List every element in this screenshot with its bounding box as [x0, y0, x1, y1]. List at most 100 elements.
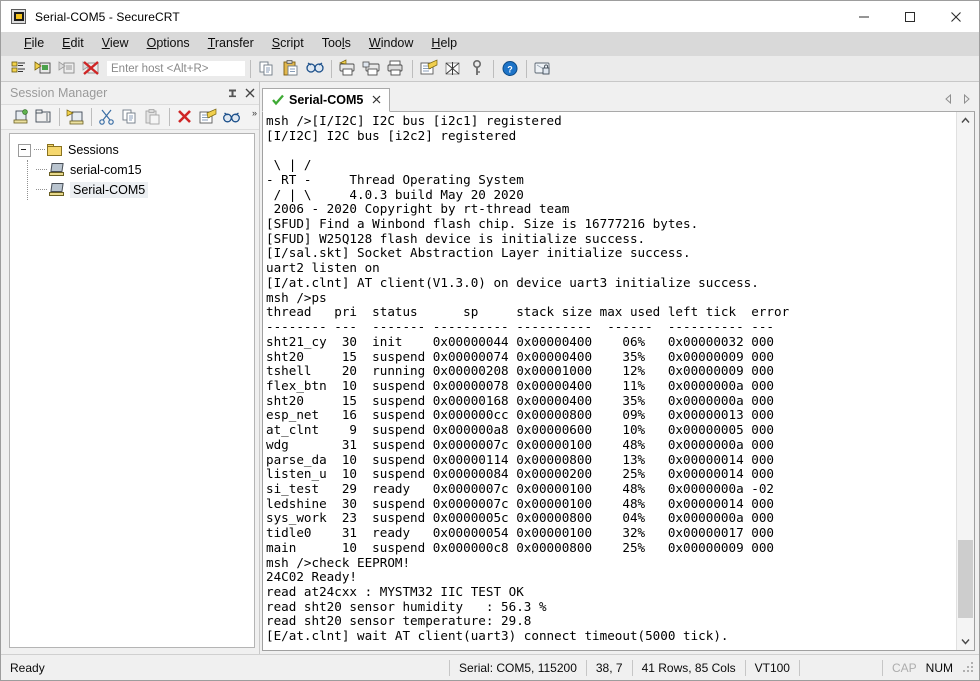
expander-icon[interactable] — [18, 143, 31, 157]
session-icon — [49, 163, 65, 177]
terminal-line: [SFUD] W25Q128 flash device is initializ… — [266, 230, 646, 246]
status-blank — [800, 660, 882, 676]
copy-icon[interactable] — [256, 58, 278, 79]
lock-screen-icon[interactable] — [532, 58, 554, 79]
menu-script[interactable]: Script — [263, 34, 313, 53]
find-icon[interactable] — [221, 107, 242, 127]
menu-bar: File Edit View Options Transfer Script T… — [1, 32, 979, 56]
connect-session-icon[interactable] — [65, 107, 86, 127]
menu-transfer[interactable]: Transfer — [199, 34, 263, 53]
menu-edit-rest: dit — [70, 36, 84, 50]
toolbar-separator — [493, 59, 494, 78]
menu-window-rest: indow — [380, 36, 414, 50]
menu-edit[interactable]: Edit — [53, 34, 93, 53]
terminal-line: -------- --- ------- ---------- --------… — [266, 319, 774, 335]
tree-node-label: Sessions — [68, 143, 119, 157]
menu-file[interactable]: File — [15, 34, 53, 53]
toggle-chat-window-icon[interactable] — [442, 58, 464, 79]
menu-view-rest: iew — [109, 36, 129, 50]
tab-navigation — [944, 93, 971, 107]
window-controls — [841, 1, 979, 32]
log-session-icon[interactable] — [361, 58, 383, 79]
cut-icon[interactable] — [97, 107, 118, 127]
tree-connector — [36, 169, 47, 171]
menu-tools-a: Too — [321, 36, 342, 50]
paste-icon — [143, 107, 164, 127]
terminal-output[interactable]: msh />[I/I2C] I2C bus [i2c1] registered [… — [263, 112, 956, 650]
menu-help[interactable]: Help — [422, 34, 466, 53]
tree-item-serial-com5[interactable]: Serial-COM5 — [10, 180, 254, 200]
key-icon[interactable] — [466, 58, 488, 79]
session-options-icon[interactable] — [418, 58, 440, 79]
close-icon[interactable] — [372, 93, 381, 107]
terminal-line: [E/at.clnt] wait AT client(uart3) connec… — [266, 628, 729, 644]
session-icon — [49, 183, 65, 197]
terminal-line: msh />[I/I2C] I2C bus [i2c1] registered — [266, 113, 562, 128]
menu-window[interactable]: Window — [360, 34, 422, 53]
terminal-scrollbar[interactable] — [956, 112, 974, 650]
scroll-up-button[interactable] — [957, 112, 974, 129]
new-session-icon[interactable] — [10, 107, 31, 127]
tree-item-serial-com15[interactable]: serial-com15 — [10, 160, 254, 180]
status-emulation: VT100 — [754, 660, 790, 675]
host-input[interactable]: Enter host <Alt+R> — [106, 60, 246, 77]
terminal-side: Serial-COM5 msh />[I/I2C] I2C bus [i2c1]… — [260, 82, 979, 654]
tree-node-sessions[interactable]: Sessions — [10, 140, 254, 160]
connect-local-shell-icon[interactable] — [56, 58, 78, 79]
close-icon[interactable] — [241, 84, 259, 102]
print-icon[interactable] — [385, 58, 407, 79]
menu-view[interactable]: View — [93, 34, 138, 53]
terminal-line: thread pri status sp stack size max used… — [266, 304, 790, 320]
disconnect-icon[interactable] — [80, 58, 102, 79]
tree-item-label: serial-com15 — [70, 163, 142, 177]
toolbar-overflow[interactable] — [965, 59, 979, 79]
status-screen-size: 41 Rows, 85 Cols — [641, 660, 736, 675]
status-caps-indicator: CAP — [891, 660, 917, 675]
title-bar: Serial-COM5 - SecureCRT — [1, 1, 979, 32]
nav-prev-icon[interactable] — [944, 93, 953, 107]
tab-serial-com5[interactable]: Serial-COM5 — [262, 88, 391, 112]
status-serial: Serial: COM5, 115200 — [459, 660, 577, 675]
window-title: Serial-COM5 - SecureCRT — [35, 9, 180, 24]
menu-tools[interactable]: Tools — [313, 34, 360, 53]
tab-label: Serial-COM5 — [289, 93, 364, 107]
terminal-line: sht20 15 suspend 0x00000168 0x00000400 3… — [266, 392, 774, 408]
maximize-button[interactable] — [887, 1, 933, 32]
menu-transfer-rest: ransfer — [214, 36, 254, 50]
main-toolbar: Enter host <Alt+R> ? — [1, 56, 979, 82]
scroll-thumb[interactable] — [958, 539, 973, 618]
menu-options[interactable]: Options — [138, 34, 199, 53]
terminal-line: listen_u 10 suspend 0x00000084 0x0000020… — [266, 466, 774, 482]
terminal-line: uart2 listen on — [266, 260, 380, 276]
pin-icon[interactable] — [223, 84, 241, 102]
paste-icon[interactable] — [280, 58, 302, 79]
session-tree[interactable]: Sessions serial-com15 Serial-COM5 — [9, 133, 255, 648]
toolbar-separator — [526, 59, 527, 78]
properties-icon[interactable] — [198, 107, 219, 127]
menu-script-rest: cript — [280, 36, 304, 50]
session-manager-icon[interactable] — [8, 58, 30, 79]
menu-tools-b: s — [344, 36, 351, 50]
tab-strip: Serial-COM5 — [262, 85, 975, 112]
terminal-line: main 10 suspend 0x000000c8 0x00000800 25… — [266, 539, 774, 555]
help-icon[interactable]: ? — [499, 58, 521, 79]
close-button[interactable] — [933, 1, 979, 32]
overflow-chevrons-icon[interactable]: » — [252, 108, 257, 118]
nav-next-icon[interactable] — [962, 93, 971, 107]
copy-icon[interactable] — [120, 107, 141, 127]
toolbar-separator — [59, 108, 60, 126]
find-icon[interactable] — [304, 58, 326, 79]
new-folder-icon[interactable] — [33, 107, 54, 127]
print-screen-icon[interactable] — [337, 58, 359, 79]
minimize-button[interactable] — [841, 1, 887, 32]
resize-grip-icon[interactable] — [962, 661, 976, 675]
terminal-line: read sht20 sensor temperature: 29.8 — [266, 613, 532, 629]
scroll-down-button[interactable] — [957, 633, 974, 650]
delete-icon[interactable] — [175, 107, 196, 127]
connect-icon[interactable] — [32, 58, 54, 79]
session-manager-toolbar: » — [1, 104, 259, 130]
tree-item-label: Serial-COM5 — [70, 182, 149, 198]
scroll-track[interactable] — [957, 129, 974, 633]
connected-check-icon — [272, 94, 284, 106]
